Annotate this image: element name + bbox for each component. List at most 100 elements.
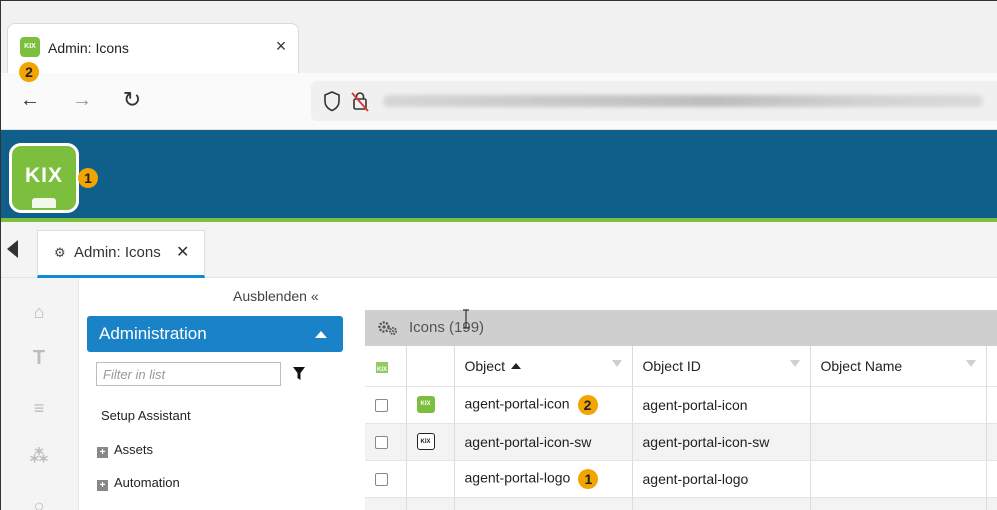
tab-label: Admin: Icons [74,244,161,261]
overflow-cell: i [986,386,997,424]
column-header-object[interactable]: Object [454,346,633,387]
table-row[interactable]: KIX agent-portal-icon 2 agent-portal-icon… [365,386,997,424]
filter-icon[interactable] [293,367,305,381]
icons-table: Object Object ID Object Name KIX agent-p… [365,346,997,510]
column-header-object-name[interactable]: Object Name [810,346,987,387]
object-cell [454,497,633,510]
object-id-cell: agent-portal-icon-sw [632,423,811,461]
table-row[interactable]: KIX agent-portal-logo 1 agent-portal-logo… [365,359,997,498]
sidebar-item-label: Setup Assistant [101,408,191,423]
lock-slash-icon[interactable] [351,90,369,112]
screenshot-root: KIX Admin: Icons × 2 ← → ↻ KIX 1 ⚙ Admin… [0,0,997,510]
column-header-object-id[interactable]: Object ID [632,346,811,387]
row-icon-cell [406,497,455,510]
object-id-cell: agent-portal-icon [632,386,811,424]
caret-up-icon [315,331,327,338]
kix-green-icon: KIX [416,396,435,414]
table-row[interactable] [365,497,997,510]
home-icon[interactable]: ⌂ [29,302,49,322]
shield-icon[interactable] [323,90,341,112]
column-label: Object [464,357,505,374]
annotation-badge-row: 2 [577,394,598,415]
search-icon[interactable]: ○ [29,496,49,510]
back-button[interactable]: ← [17,87,43,113]
expand-icon[interactable]: + [97,447,108,458]
ticket-icon[interactable]: T [29,348,49,368]
overflow-cell: i [986,423,997,461]
gears-icon [378,321,397,335]
expand-icon[interactable]: + [97,480,108,491]
row-icon-cell: KIX [406,386,455,424]
column-filter-icon[interactable] [611,360,622,367]
object-value: agent-portal-logo [464,469,571,486]
column-label: Object Name [820,357,903,374]
panel-title: Icons (199) [409,319,485,336]
browser-tab[interactable]: KIX Admin: Icons × [7,23,299,73]
reload-button[interactable]: ↻ [119,87,145,113]
table-header-row: Object Object ID Object Name [365,346,997,387]
sidebar-item-label: Automation [114,475,180,490]
object-cell: agent-portal-logo 1 [454,460,633,498]
icons-panel-header: Icons (199) [365,309,997,346]
kix-favicon-icon: KIX [20,37,40,57]
sidebar-item-automation[interactable]: + Automation [97,475,180,491]
browser-navbar: ← → ↻ [1,73,997,130]
tab-admin-icons[interactable]: ⚙ Admin: Icons ✕ [37,230,205,278]
sidebar-item-assets[interactable]: + Assets [97,442,153,458]
gears-icon: ⚙ [54,245,66,260]
object-name-cell [810,460,987,498]
sidebar-item-label: Assets [114,442,154,457]
annotation-badge-tab: 2 [19,62,39,82]
forward-button[interactable]: → [69,87,95,113]
table-row[interactable]: KIX agent-portal-icon-sw agent-portal-ic… [365,423,997,461]
app-header: KIX [1,130,997,222]
filter-input[interactable] [96,362,281,386]
sidebar-item-setup-assistant[interactable]: Setup Assistant [101,408,191,423]
row-select-cell [365,386,407,424]
text-cursor-icon [463,309,469,329]
object-name-cell [810,386,987,424]
object-value: agent-portal-icon [464,395,570,412]
object-name-cell [810,423,987,461]
row-select-cell [365,497,407,510]
column-filter-icon[interactable] [789,360,800,367]
object-id-cell: agent-portal-logo [632,460,811,498]
object-id-cell [632,497,811,510]
blurred-url [383,95,983,107]
collapse-left-icon[interactable] [7,240,18,258]
section-title: Administration [99,324,207,343]
main-content: Icons (199) Object Object ID Object Name [349,278,997,510]
row-icon-cell: KIX [406,423,455,461]
tab-close-button[interactable]: ✕ [176,242,189,262]
sort-asc-icon [510,362,521,369]
icon-column-header [406,346,455,387]
object-cell: agent-portal-icon 2 [454,386,633,424]
row-checkbox[interactable] [375,473,388,487]
browser-tabstrip: KIX Admin: Icons × [1,1,997,73]
row-icon-cell: KIX [373,359,455,498]
column-header-overflow [986,346,997,387]
admin-sidebar: Ausblenden « Administration Setup Assist… [79,278,349,510]
administration-section-header[interactable]: Administration [87,316,343,352]
hide-sidebar-link[interactable]: Ausblenden « [233,288,319,304]
object-name-cell [810,497,987,510]
row-checkbox[interactable] [375,399,388,413]
kix-logo[interactable]: KIX [9,143,79,213]
kix-sw-icon: KIX [416,433,435,451]
overflow-cell: i [986,460,997,498]
contacts-icon[interactable]: ⁂ [29,446,49,466]
browser-tab-close-button[interactable]: × [270,35,292,57]
logo-text: KIX [24,164,63,187]
logo-stand-icon [32,198,56,208]
left-rail: ⌂ T ≡ ⁂ ○ [1,278,79,510]
overflow-cell [986,497,997,510]
row-select-cell [365,460,407,498]
annotation-badge-logo: 1 [78,168,98,188]
column-filter-icon[interactable] [965,360,976,367]
app-tab-bar: ⚙ Admin: Icons ✕ [1,222,997,278]
object-cell: agent-portal-icon-sw [454,423,633,461]
row-checkbox[interactable] [375,436,388,450]
address-bar[interactable] [311,81,997,121]
annotation-badge-row: 1 [578,468,599,489]
database-icon[interactable]: ≡ [29,398,49,418]
